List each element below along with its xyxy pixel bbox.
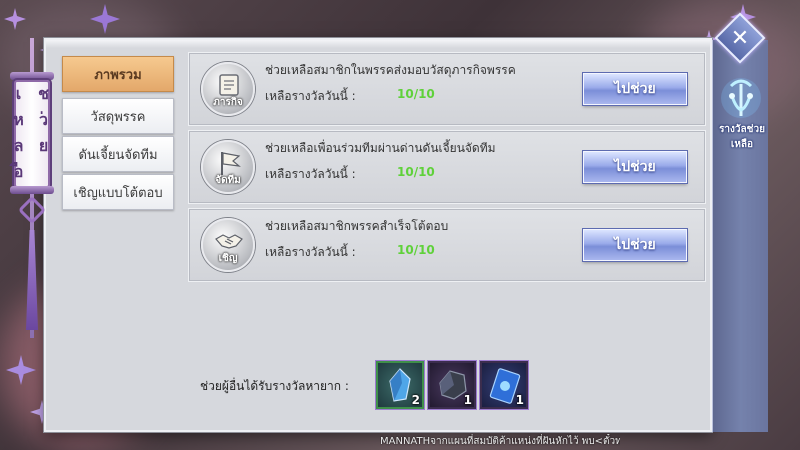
rare-rewards-label: ช่วยผู้อื่นได้รับรางวัลหายาก : <box>200 379 349 393</box>
tab-overview[interactable]: ภาพรวม <box>62 56 174 92</box>
button-label: ไปช่วย <box>614 159 656 175</box>
banner-title: ช่วยเหลือ <box>10 80 54 188</box>
announcement-ticker: MANNATHจากแผนที่สมบัติค้าแหน่งที่ฝันหักไ… <box>380 436 620 447</box>
blossom-decoration <box>90 4 120 34</box>
quest-row: ภารกิจ ช่วยเหลือสมาชิกในพรรคส่งมอบวัสดุภ… <box>188 52 706 126</box>
item-quantity: 1 <box>515 393 524 407</box>
go-help-button[interactable]: ไปช่วย <box>583 73 687 105</box>
reward-item[interactable]: 1 <box>428 361 476 409</box>
quest-emblem: เชิญ <box>201 218 255 272</box>
button-label: ไปช่วย <box>614 237 656 253</box>
quest-emblem: จัดทีม <box>201 140 255 194</box>
close-icon: ✕ <box>730 25 750 51</box>
quest-emblem: ภารกิจ <box>201 62 255 116</box>
quest-title: ช่วยเหลือเพื่อนร่วมทีมผ่านด่านดันเจี้ยนจ… <box>265 141 496 155</box>
reward-remaining-value: 10/10 <box>397 243 435 257</box>
tab-label: ดันเจี้ยนจัดทีม <box>78 147 158 163</box>
tab-interactive-invite[interactable]: เชิญแบบโต้ตอบ <box>62 174 174 210</box>
quest-title: ช่วยเหลือสมาชิกในพรรคส่งมอบวัสดุภารกิจพร… <box>265 63 516 77</box>
emblem-label: จัดทีม <box>215 175 241 186</box>
blossom-decoration <box>6 355 36 385</box>
reward-remaining-label: เหลือรางวัลวันนี้ : <box>265 245 356 259</box>
tab-label: ภาพรวม <box>94 67 142 83</box>
tab-label: วัสดุพรรค <box>90 109 146 125</box>
banner-cap <box>10 186 54 194</box>
tassel-decoration <box>26 230 38 330</box>
emblem-label: ภารกิจ <box>213 97 243 108</box>
go-help-button[interactable]: ไปช่วย <box>583 229 687 261</box>
banner-cap <box>10 72 54 80</box>
tab-team-dungeon[interactable]: ดันเจี้ยนจัดทีม <box>62 136 174 172</box>
knot-decoration <box>17 195 47 225</box>
help-reward-icon <box>721 78 761 118</box>
reward-remaining-value: 10/10 <box>397 87 435 101</box>
item-quantity: 1 <box>463 393 472 407</box>
button-label: ไปช่วย <box>614 81 656 97</box>
quest-row: จัดทีม ช่วยเหลือเพื่อนร่วมทีมผ่านด่านดัน… <box>188 130 706 204</box>
reward-remaining-label: เหลือรางวัลวันนี้ : <box>265 167 356 181</box>
banner-title-text: ช่วยเหลือ <box>10 82 54 186</box>
reward-remaining-label: เหลือรางวัลวันนี้ : <box>265 89 356 103</box>
emblem-label: เชิญ <box>218 253 238 264</box>
quest-row: เชิญ ช่วยเหลือสมาชิกพรรคสำเร็จโต้ตอบ เหล… <box>188 208 706 282</box>
tab-label: เชิญแบบโต้ตอบ <box>73 185 163 201</box>
reward-remaining-value: 10/10 <box>397 165 435 179</box>
blossom-decoration <box>4 8 26 30</box>
go-help-button[interactable]: ไปช่วย <box>583 151 687 183</box>
item-quantity: 2 <box>411 393 420 407</box>
help-reward-label: รางวัลช่วยเหลือ <box>719 124 765 150</box>
quest-title: ช่วยเหลือสมาชิกพรรคสำเร็จโต้ตอบ <box>265 219 449 233</box>
tab-guild-materials[interactable]: วัสดุพรรค <box>62 98 174 134</box>
reward-item[interactable]: 1 <box>480 361 528 409</box>
reward-item[interactable]: 2 <box>376 361 424 409</box>
